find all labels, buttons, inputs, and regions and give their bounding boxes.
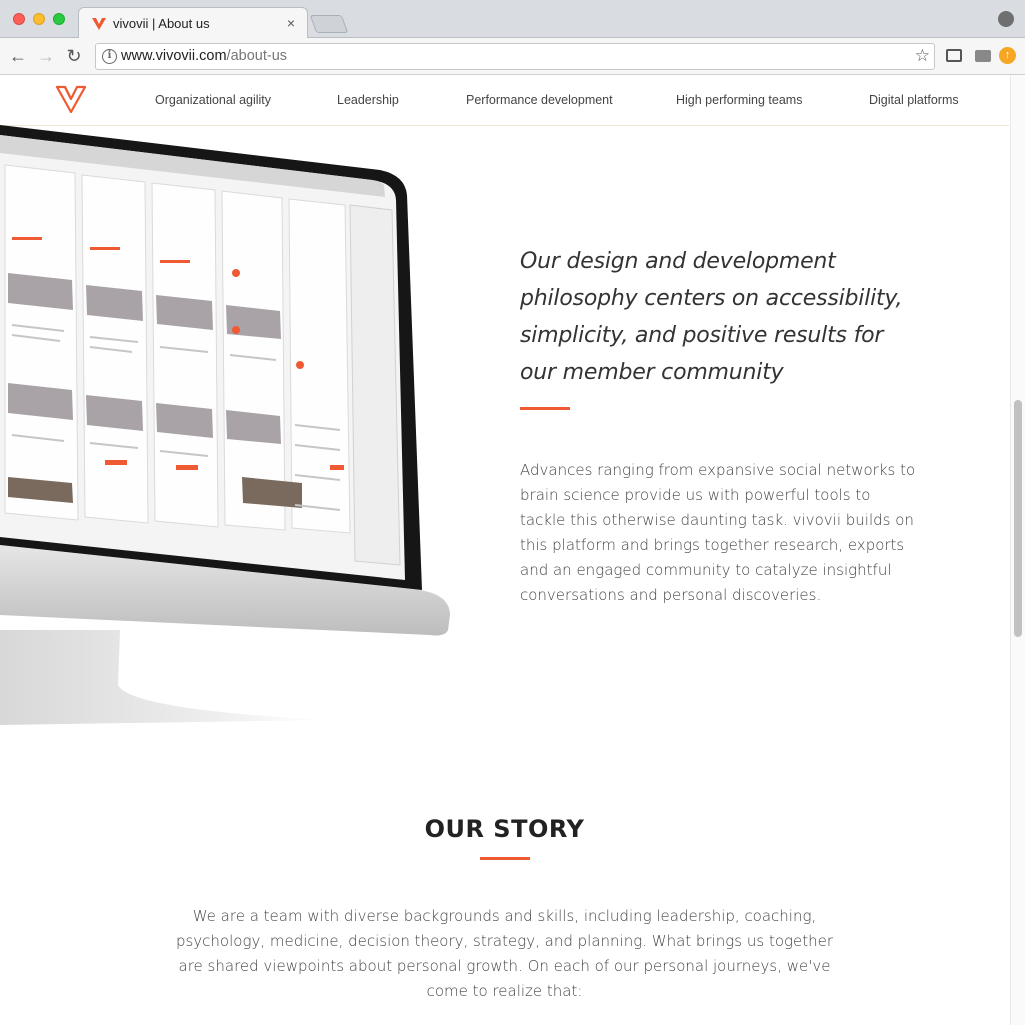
hero-quote: Our design and development philosophy ce… xyxy=(520,249,903,385)
address-bar[interactable]: i www.vivovii.com/about-us ☆ xyxy=(95,43,935,70)
window-maximize-button[interactable] xyxy=(53,13,65,25)
vivovii-logo-icon[interactable] xyxy=(56,85,86,113)
url-text: www.vivovii.com/about-us xyxy=(121,48,287,64)
story-title: OUR STORY xyxy=(424,815,585,843)
story-accent-divider xyxy=(479,857,530,860)
url-path: /about-us xyxy=(226,48,288,64)
url-host: www.vivovii.com xyxy=(121,48,227,64)
reload-icon[interactable]: ↻ xyxy=(64,46,84,66)
monitor-illustration xyxy=(0,125,450,725)
profile-icon[interactable] xyxy=(998,11,1014,27)
site-nav: Organizational agility Leadership Perfor… xyxy=(0,75,1009,126)
new-tab-button[interactable] xyxy=(309,15,349,33)
cast-icon[interactable] xyxy=(946,49,962,62)
nav-link-digital-platforms[interactable]: Digital platforms xyxy=(869,93,959,107)
our-story-section: OUR STORY We are a team with diverse bac… xyxy=(0,815,1009,1004)
tab-title: vivovii | About us xyxy=(113,16,210,31)
hero-text: Our design and development philosophy ce… xyxy=(520,243,920,608)
browser-toolbar: ← → ↻ i www.vivovii.com/about-us ☆ ↑ xyxy=(0,38,1025,75)
back-arrow-icon[interactable]: ← xyxy=(8,46,28,66)
browser-titlebar: vivovii | About us × xyxy=(0,0,1025,39)
nav-link-organizational-agility[interactable]: Organizational agility xyxy=(155,93,271,107)
tab-close-icon[interactable]: × xyxy=(283,15,299,31)
browser-tab[interactable]: vivovii | About us × xyxy=(78,7,308,39)
vivovii-favicon-icon xyxy=(92,18,106,30)
bookmark-star-icon[interactable]: ☆ xyxy=(915,46,930,66)
window-minimize-button[interactable] xyxy=(33,13,45,25)
window-close-button[interactable] xyxy=(13,13,25,25)
nav-link-leadership[interactable]: Leadership xyxy=(337,93,399,107)
info-icon[interactable]: i xyxy=(102,49,117,64)
nav-link-high-performing-teams[interactable]: High performing teams xyxy=(676,93,802,107)
extension-update-icon[interactable]: ↑ xyxy=(999,47,1016,64)
hero-body: Advances ranging from expansive social n… xyxy=(520,461,916,604)
scrollbar-thumb[interactable] xyxy=(1014,400,1022,637)
hero-accent-divider xyxy=(520,407,570,410)
page-scrollbar[interactable] xyxy=(1010,75,1025,1025)
story-body: We are a team with diverse backgrounds a… xyxy=(175,907,834,1000)
forward-arrow-icon[interactable]: → xyxy=(36,46,56,66)
nav-link-performance-development[interactable]: Performance development xyxy=(466,93,613,107)
page-viewport: Organizational agility Leadership Perfor… xyxy=(0,75,1025,1025)
camera-icon[interactable] xyxy=(975,50,991,62)
